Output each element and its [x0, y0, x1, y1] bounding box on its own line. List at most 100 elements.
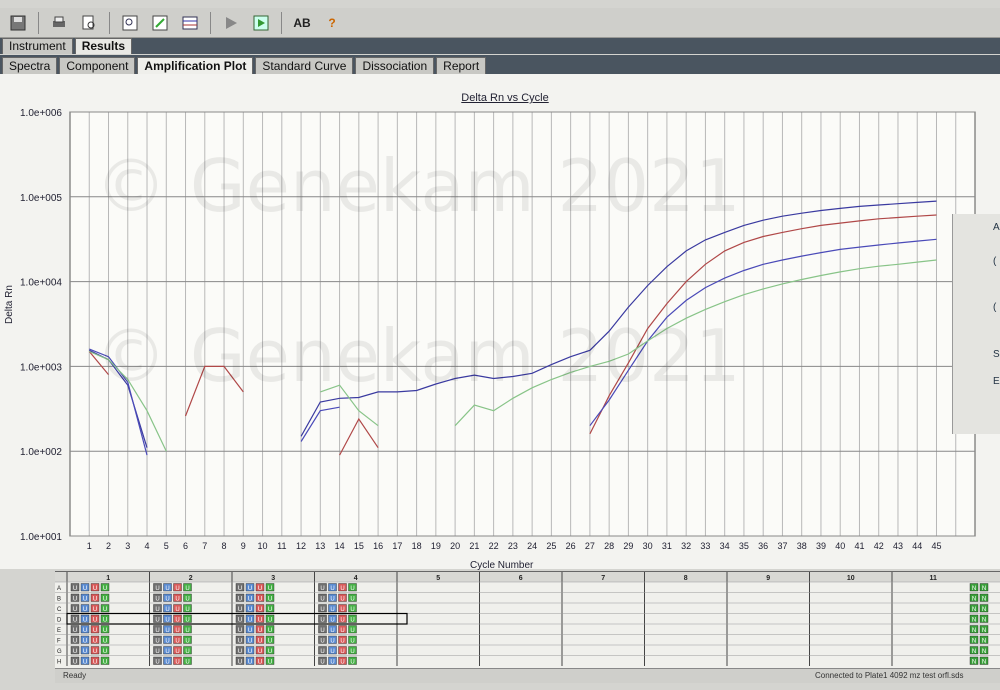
plate-well-label: U — [340, 597, 344, 603]
plate-well-label: U — [185, 660, 189, 666]
plate-well-label: U — [175, 586, 179, 592]
plate-well-label: U — [185, 618, 189, 624]
plate-column-label: 9 — [766, 575, 770, 582]
tab-report[interactable]: Report — [436, 57, 487, 74]
tab-component[interactable]: Component — [59, 57, 136, 74]
plate-well-label: U — [165, 618, 169, 624]
plate-well-label: U — [330, 660, 334, 666]
plate-column-label: 6 — [519, 575, 523, 582]
tab-instrument[interactable]: Instrument — [2, 38, 73, 54]
plate-row-label: A — [57, 586, 61, 592]
x-tick-label: 21 — [469, 541, 479, 551]
plate-row-label: D — [57, 618, 62, 624]
plate-well-label: U — [165, 628, 169, 634]
tab-results[interactable]: Results — [74, 38, 133, 54]
plate-well-label: U — [320, 607, 324, 613]
plate-well-label: U — [350, 639, 354, 645]
x-tick-label: 45 — [931, 541, 941, 551]
find-icon[interactable] — [118, 11, 142, 35]
plate-well-label: U — [155, 660, 159, 666]
connection-status: Connected to Plate1 4092 mz test orfl.sd… — [815, 671, 964, 680]
edit-icon[interactable] — [148, 11, 172, 35]
plate-row-label: F — [57, 639, 61, 645]
toolbar-separator — [109, 11, 110, 34]
plate-well-label: U — [185, 639, 189, 645]
plate-well-label: U — [165, 639, 169, 645]
plate-grid: 1 2 3 4 5 6 7 8 9 10 11 A U U U U U U U U U U U U U U U U N N B U U U U U U U… — [55, 571, 1000, 679]
plate-well-label: U — [320, 660, 324, 666]
right-options-panel[interactable]: A ( ( S E — [952, 214, 1000, 434]
x-tick-label: 35 — [739, 541, 749, 551]
x-tick-label: 7 — [202, 541, 207, 551]
plate-well-label: U — [73, 586, 77, 592]
tab-amplification-plot[interactable]: Amplification Plot — [137, 57, 254, 74]
plate-well-label: U — [258, 586, 262, 592]
plate-well-label: N — [972, 586, 976, 592]
export-icon[interactable] — [249, 11, 273, 35]
plate-well-label: U — [350, 628, 354, 634]
plate-well-label: N — [982, 649, 986, 655]
plate-well-label: U — [268, 660, 272, 666]
plate-well-label: U — [320, 649, 324, 655]
y-tick-label: 1.0e+003 — [20, 362, 62, 373]
plate-well-label: U — [155, 649, 159, 655]
status-text: Ready — [63, 671, 87, 680]
plate-well-label: U — [185, 607, 189, 613]
plate-well-label: U — [340, 618, 344, 624]
plate-well-label: N — [982, 628, 986, 634]
plate-well-label: U — [103, 649, 107, 655]
plate-well-label: U — [155, 628, 159, 634]
plate-column-label: 3 — [271, 575, 275, 582]
plate-column-label: 8 — [684, 575, 688, 582]
chart-title: Delta Rn vs Cycle — [461, 92, 549, 104]
plate-wells[interactable]: 1 2 3 4 5 6 7 8 9 10 11A U U U U U U U U U U U U U U U U N NB U U U U U U U… — [55, 572, 1000, 669]
x-tick-label: 17 — [392, 541, 402, 551]
plate-well-label: U — [268, 649, 272, 655]
run-icon[interactable] — [219, 11, 243, 35]
x-axis-label: Cycle Number — [470, 560, 534, 571]
y-axis-label: Delta Rn — [4, 285, 15, 324]
plate-well-label: U — [93, 607, 97, 613]
plate-well-label: U — [238, 660, 242, 666]
tab-spectra[interactable]: Spectra — [2, 57, 58, 74]
x-tick-label: 1 — [87, 541, 92, 551]
tab-standard-curve[interactable]: Standard Curve — [255, 57, 354, 74]
plate-well-label: U — [185, 628, 189, 634]
plate-well-label: U — [330, 649, 334, 655]
plate-well-label: U — [330, 597, 334, 603]
x-tick-label: 19 — [431, 541, 441, 551]
table-icon[interactable] — [178, 11, 202, 35]
x-tick-label: 38 — [797, 541, 807, 551]
plate-well-label: U — [320, 597, 324, 603]
plate-well-label: U — [155, 597, 159, 603]
plate-well-label: N — [972, 639, 976, 645]
spelling-icon[interactable]: AB — [290, 11, 314, 35]
help-icon[interactable]: ? — [320, 11, 344, 35]
print-icon[interactable] — [47, 11, 71, 35]
x-tick-label: 11 — [277, 541, 286, 551]
plate-well-label: U — [330, 639, 334, 645]
plate-well-label: U — [248, 628, 252, 634]
plate-well-label: U — [155, 639, 159, 645]
y-tick-label: 1.0e+005 — [20, 193, 62, 204]
plate-well-label: U — [248, 660, 252, 666]
x-tick-label: 18 — [412, 541, 422, 551]
amplification-plot-panel: 1.0e+006 1.0e+005 1.0e+004 1.0e+003 1.0e+002… — [0, 74, 1000, 571]
plate-well-label: U — [350, 607, 354, 613]
amplification-plot[interactable]: 1.0e+006 1.0e+005 1.0e+004 1.0e+003 1.0e+002… — [0, 74, 1000, 569]
x-tick-label: 25 — [546, 541, 556, 551]
plate-row-label: G — [57, 649, 62, 655]
print-preview-icon[interactable] — [77, 11, 101, 35]
plate-well-label: U — [258, 639, 262, 645]
plate-well-label: U — [340, 639, 344, 645]
toolbar: AB ? — [0, 8, 1000, 38]
plate-well-label: N — [972, 649, 976, 655]
tab-dissociation[interactable]: Dissociation — [355, 57, 435, 74]
plate-well-label: U — [175, 597, 179, 603]
plate-well-label: U — [330, 607, 334, 613]
plate-well-label: U — [83, 628, 87, 634]
plate-well-label: U — [83, 639, 87, 645]
save-icon[interactable] — [6, 11, 30, 35]
plate-well-label: U — [73, 649, 77, 655]
plate-well-label: U — [103, 628, 107, 634]
